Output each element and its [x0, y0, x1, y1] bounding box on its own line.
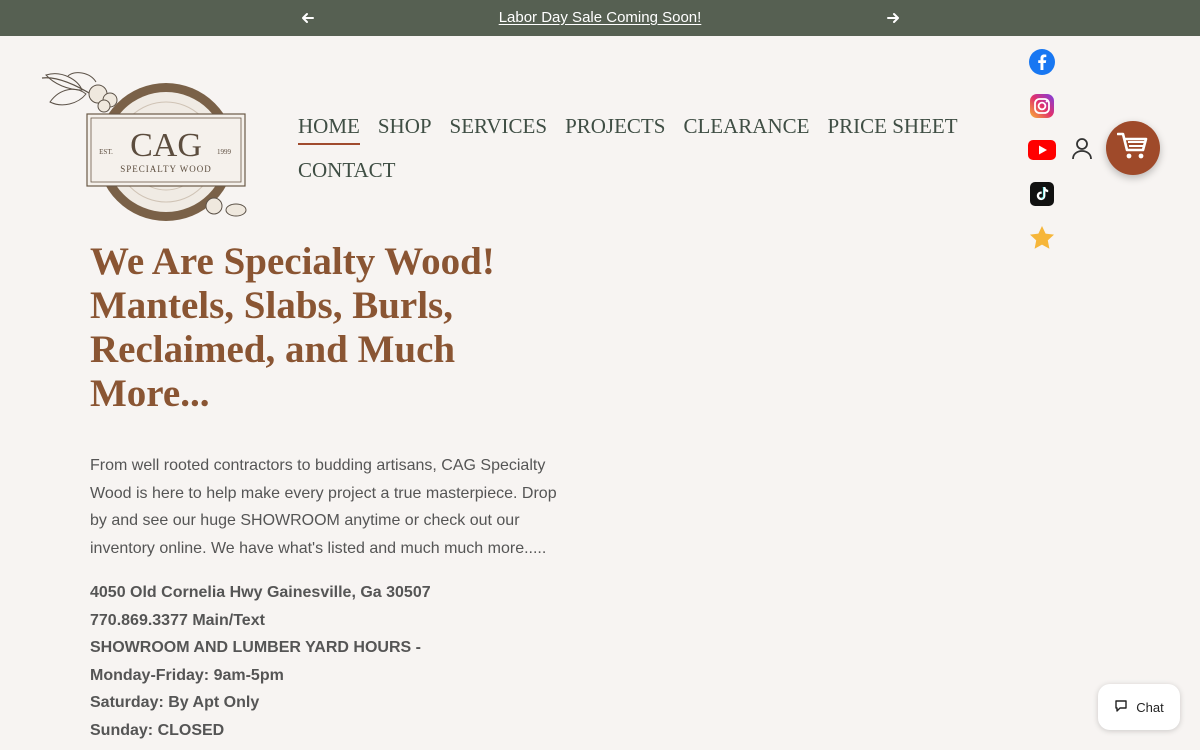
nav-item-home[interactable]: HOME [298, 114, 360, 158]
nav-item-projects[interactable]: PROJECTS [565, 114, 665, 158]
chat-bubble-icon [1114, 699, 1128, 716]
hero-title: We Are Specialty Wood! Mantels, Slabs, B… [90, 240, 495, 415]
nav-item-clearance[interactable]: CLEARANCE [683, 114, 809, 158]
instagram-icon[interactable] [1028, 92, 1056, 120]
store-phone: 770.869.3377 Main/Text [90, 611, 265, 629]
chat-label: Chat [1136, 699, 1164, 715]
cart-button[interactable] [1106, 121, 1160, 175]
store-info: 4050 Old Cornelia Hwy Gainesville, Ga 30… [90, 579, 570, 745]
facebook-icon[interactable] [1028, 48, 1056, 76]
announcement-bar: Labor Day Sale Coming Soon! [0, 0, 1200, 36]
hero-description: From well rooted contractors to budding … [90, 457, 557, 557]
store-address: 4050 Old Cornelia Hwy Gainesville, Ga 30… [90, 584, 431, 601]
hours-weekday: Monday-Friday: 9am-5pm [90, 666, 284, 684]
nav-item-shop[interactable]: SHOP [378, 114, 432, 158]
main-navigation: HOME SHOP SERVICES PROJECTS CLEARANCE PR… [298, 114, 958, 202]
logo-text-est: EST. [99, 148, 113, 156]
arrow-right-icon[interactable] [883, 8, 903, 28]
social-links [1028, 48, 1056, 268]
nav-item-contact[interactable]: CONTACT [298, 158, 395, 202]
nav-item-services[interactable]: SERVICES [450, 114, 548, 158]
hours-sunday: Sunday: CLOSED [90, 721, 225, 739]
tiktok-icon[interactable] [1028, 180, 1056, 208]
cart-icon [1116, 131, 1149, 166]
star-icon[interactable] [1028, 224, 1056, 252]
logo-text-year: 1999 [217, 148, 232, 156]
announcement-text[interactable]: Labor Day Sale Coming Soon! [0, 9, 1200, 26]
hours-saturday: Saturday: By Apt Only [90, 694, 260, 712]
logo-text-name: CAG [130, 127, 202, 164]
nav-item-price-sheet[interactable]: PRICE SHEET [827, 114, 957, 158]
site-logo[interactable]: CAG SPECIALTY WOOD EST. 1999 [38, 72, 254, 224]
hours-heading: SHOWROOM AND LUMBER YARD HOURS - [90, 639, 421, 657]
logo-text-tagline: SPECIALTY WOOD [120, 164, 211, 174]
chat-button[interactable]: Chat [1098, 684, 1180, 730]
youtube-icon[interactable] [1028, 136, 1056, 164]
account-icon[interactable] [1071, 137, 1093, 161]
